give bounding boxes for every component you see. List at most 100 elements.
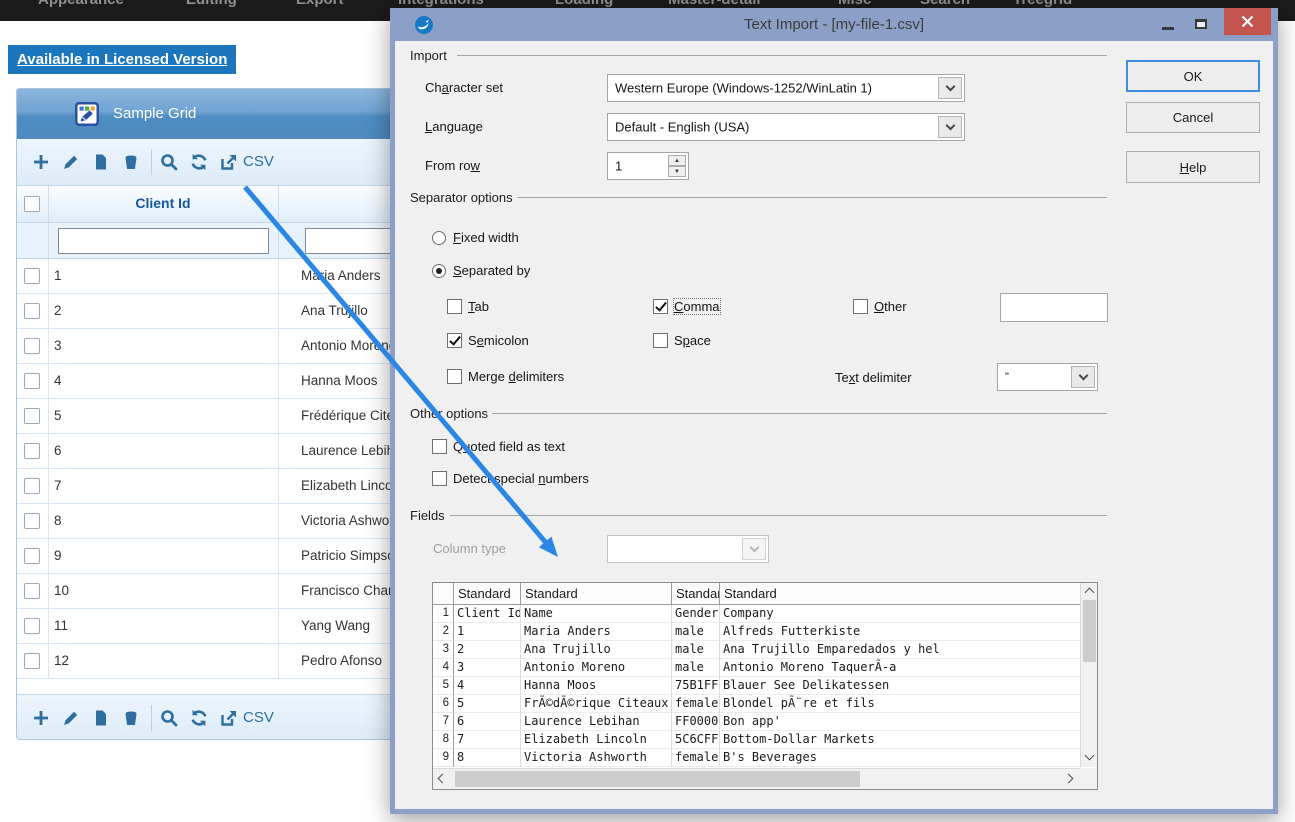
fixed-width-radio[interactable] [432,231,446,245]
export-icon[interactable] [219,152,239,172]
other-separator-input[interactable] [1000,293,1108,322]
preview-cell: male [672,623,720,641]
chevron-down-icon[interactable] [938,77,962,99]
row-checkbox[interactable] [24,478,40,494]
menu-item-editing[interactable]: Editing [186,0,237,8]
preview-cell: male [672,641,720,659]
preview-cell: male [672,659,720,677]
scroll-thumb[interactable] [455,771,860,787]
preview-cell: Ana Trujillo [521,641,672,659]
from-row-stepper[interactable]: 1 ▲ ▼ [607,152,689,180]
preview-column-header-3[interactable]: Standard [672,583,720,605]
menu-item-loading[interactable]: Loading [555,0,613,8]
menu-item-treegrid[interactable]: Treegrid [1013,0,1072,8]
preview-cell: Client Id [454,605,521,623]
row-number: 6 [433,695,454,713]
preview-cell: 75B1FF [672,677,720,695]
row-checkbox[interactable] [24,443,40,459]
character-set-select[interactable]: Western Europe (Windows-1252/WinLatin 1) [607,74,965,102]
preview-cell: Name [521,605,672,623]
comma-checkbox[interactable] [653,299,668,314]
tab-checkbox[interactable] [447,299,462,314]
delete-trash-icon[interactable] [121,152,141,172]
text-delimiter-value: " [1005,371,1009,383]
preview-row: 98Victoria AshworthfemaleB's Beverages [433,749,1080,767]
preview-column-header-2[interactable]: Standard [521,583,672,605]
tab-label: Tab [468,299,489,314]
preview-column-header-4[interactable]: Standard [720,583,1080,605]
menu-item-search[interactable]: Search [920,0,970,8]
edit-pencil-icon[interactable] [61,152,81,172]
row-checkbox[interactable] [24,268,40,284]
preview-horizontal-scrollbar[interactable] [433,768,1080,789]
copy-document-icon[interactable] [91,708,111,728]
semicolon-checkbox[interactable] [447,333,462,348]
preview-row: 76Laurence LebihanFF0000Bon app' [433,713,1080,731]
export-csv-label[interactable]: CSV [243,153,274,170]
licensed-version-link[interactable]: Available in Licensed Version [8,45,236,74]
spin-down-icon[interactable]: ▼ [668,166,686,177]
other-checkbox[interactable] [853,299,868,314]
scroll-down-icon[interactable] [1085,751,1095,761]
add-row-icon[interactable] [31,708,51,728]
menu-item-misc[interactable]: Misc [838,0,871,8]
column-separator [278,186,279,222]
copy-document-icon[interactable] [91,152,111,172]
scroll-right-icon[interactable] [1064,774,1074,784]
select-all-checkbox[interactable] [24,196,40,212]
row-checkbox[interactable] [24,653,40,669]
scroll-up-icon[interactable] [1085,588,1095,598]
minimize-icon[interactable] [1155,14,1181,34]
edit-pencil-icon[interactable] [61,708,81,728]
chevron-down-icon[interactable] [1071,366,1095,388]
menu-item-master-detail[interactable]: Master-detail [668,0,761,8]
dialog-title-bar[interactable]: Text Import - [my-file-1.csv] [390,8,1278,41]
scroll-left-icon[interactable] [438,774,448,784]
help-button[interactable]: Help [1126,151,1260,183]
cell-name: Ana Trujillo [301,303,368,318]
cell-client-id: 3 [54,338,62,353]
preview-vertical-scrollbar[interactable] [1080,583,1097,767]
quoted-field-checkbox[interactable] [432,439,447,454]
chevron-down-icon[interactable] [938,116,962,138]
filter-input-client-id[interactable] [58,228,269,254]
text-delimiter-select[interactable]: " [997,363,1098,391]
search-icon[interactable] [159,152,179,172]
row-checkbox[interactable] [24,513,40,529]
spin-up-icon[interactable]: ▲ [668,155,686,166]
menu-item-integrations[interactable]: Integrations [398,0,484,8]
merge-delimiters-checkbox[interactable] [447,369,462,384]
preview-row: 1Client IdNameGenderCompany [433,605,1080,623]
row-checkbox[interactable] [24,618,40,634]
separated-by-radio[interactable] [432,264,446,278]
scroll-thumb[interactable] [1083,600,1096,662]
row-checkbox[interactable] [24,338,40,354]
ok-button[interactable]: OK [1126,60,1260,92]
add-row-icon[interactable] [31,152,51,172]
close-icon[interactable] [1224,8,1271,35]
language-select[interactable]: Default - English (USA) [607,113,965,141]
column-header-client-id[interactable]: Client Id [48,195,278,211]
cancel-button[interactable]: Cancel [1126,102,1260,133]
search-icon[interactable] [159,708,179,728]
preview-column-header-1[interactable]: Standard [454,583,521,605]
export-csv-label[interactable]: CSV [243,709,274,726]
space-checkbox[interactable] [653,333,668,348]
row-checkbox[interactable] [24,583,40,599]
export-icon[interactable] [219,708,239,728]
detect-special-numbers-checkbox[interactable] [432,471,447,486]
cell-name: Hanna Moos [301,373,378,388]
refresh-icon[interactable] [189,152,209,172]
from-row-value: 1 [615,159,622,174]
delete-trash-icon[interactable] [121,708,141,728]
column-type-select [607,535,769,563]
menu-item-appearance[interactable]: Appearance [38,0,124,8]
maximize-icon[interactable] [1188,14,1214,34]
cell-client-id: 6 [54,443,62,458]
refresh-icon[interactable] [189,708,209,728]
row-checkbox[interactable] [24,303,40,319]
menu-item-export[interactable]: Export [296,0,344,8]
row-checkbox[interactable] [24,408,40,424]
row-checkbox[interactable] [24,548,40,564]
row-checkbox[interactable] [24,373,40,389]
